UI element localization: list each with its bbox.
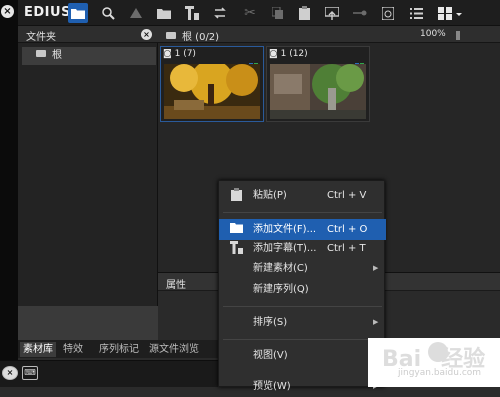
folder-icon[interactable] <box>68 3 88 23</box>
clip-title: ◙ 1 (12) <box>269 49 308 59</box>
toolbar: EDIUS ✂ <box>18 0 500 26</box>
menu-item-shortcut: Ctrl + O <box>327 224 368 235</box>
menu-item-paste[interactable]: 粘贴(P) Ctrl + V <box>219 185 386 206</box>
tab-effects[interactable]: 特效 <box>60 342 86 357</box>
bin-header: 根 (0/2) 100% <box>158 26 500 43</box>
left-strip <box>0 0 18 387</box>
clip-label: 1 (7) <box>174 49 196 59</box>
attributes-title: 属性 <box>166 280 186 291</box>
folder-panel-header: 文件夹 × <box>18 26 158 43</box>
up-icon[interactable] <box>126 3 146 23</box>
clip-image <box>270 64 366 119</box>
tab-sequence-markers[interactable]: 序列标记 <box>96 342 142 357</box>
open-folder-icon[interactable] <box>154 3 174 23</box>
zoom-level: 100% <box>420 29 446 39</box>
menu-item-label: 排序(S) <box>253 317 288 328</box>
baidu-watermark: Bai 经验 jingyan.baidu.com <box>368 338 500 387</box>
tab-source-browser[interactable]: 源文件浏览 <box>146 342 202 357</box>
menu-item-shortcut: Ctrl + V <box>327 190 367 201</box>
folder-icon <box>166 32 176 39</box>
menu-item-new-clip[interactable]: 新建素材(C) ▶ <box>219 258 386 279</box>
menu-item-sort[interactable]: 排序(S) ▶ <box>219 312 386 333</box>
clip-thumbnail[interactable]: ◙ 1 (7) <box>160 46 264 122</box>
folder-panel: 文件夹 × 根 <box>18 26 158 344</box>
menu-item-label: 新建素材(C) <box>253 263 308 274</box>
close-icon[interactable]: × <box>141 29 152 40</box>
menu-item-label: 添加文件(F)... <box>253 224 317 235</box>
clip-label: 1 (12) <box>280 49 308 59</box>
folder-tree-root[interactable]: 根 <box>22 47 156 65</box>
menu-item-shortcut: Ctrl + T <box>327 243 366 254</box>
title-icon <box>229 241 243 255</box>
menu-item-view[interactable]: 视图(V) ▶ <box>219 345 386 366</box>
settings-icon[interactable] <box>350 3 370 23</box>
submenu-arrow-icon: ▶ <box>373 264 379 272</box>
menu-separator <box>223 339 382 340</box>
menu-separator <box>223 306 382 307</box>
export-icon[interactable] <box>322 3 342 23</box>
list-icon[interactable] <box>406 3 426 23</box>
clip-status-dots <box>248 52 260 67</box>
menu-item-new-sequence[interactable]: 新建序列(Q) <box>219 279 386 300</box>
grid-view-icon[interactable] <box>434 3 468 23</box>
menu-item-label: 视图(V) <box>253 350 288 361</box>
bin-path: 根 (0/2) <box>166 28 219 43</box>
watermark-subtext: jingyan.baidu.com <box>398 368 482 378</box>
folder-icon <box>36 50 46 57</box>
menu-item-label: 添加字幕(T)... <box>253 243 317 254</box>
clip-image <box>164 64 260 119</box>
menu-item-add-title[interactable]: 添加字幕(T)... Ctrl + T <box>219 238 386 259</box>
copy-icon[interactable] <box>268 3 288 23</box>
clip-thumbnail[interactable]: ◙ 1 (12) <box>266 46 370 122</box>
swap-icon[interactable] <box>210 3 230 23</box>
close-icon[interactable]: × <box>1 5 14 18</box>
menu-separator <box>223 212 382 213</box>
folder-tree-root-label: 根 <box>52 50 62 61</box>
bin-path-label: 根 (0/2) <box>182 32 220 43</box>
camera-icon: ◙ <box>269 49 278 59</box>
menu-item-add-file[interactable]: 添加文件(F)... Ctrl + O <box>219 219 386 240</box>
paste-icon[interactable] <box>294 3 314 23</box>
keyboard-icon[interactable]: ⌨ <box>22 366 38 380</box>
app-logo: EDIUS <box>24 5 71 20</box>
folder-panel-title: 文件夹 <box>26 32 56 43</box>
clip-title: ◙ 1 (7) <box>163 49 196 59</box>
clipboard-icon <box>229 188 243 202</box>
cut-icon[interactable]: ✂ <box>240 3 260 23</box>
camera-icon: ◙ <box>163 49 172 59</box>
delete-icon[interactable] <box>378 3 398 23</box>
menu-item-label: 粘贴(P) <box>253 190 287 201</box>
folder-panel-lower <box>18 306 158 344</box>
submenu-arrow-icon: ▶ <box>373 318 379 326</box>
tab-asset-bin[interactable]: 素材库 <box>20 342 56 357</box>
clip-status-dots <box>354 52 366 67</box>
menu-item-label: 新建序列(Q) <box>253 284 309 295</box>
folder-icon <box>229 222 243 236</box>
title-icon[interactable] <box>182 3 202 23</box>
paw-icon <box>428 342 448 362</box>
context-menu: 粘贴(P) Ctrl + V 添加文件(F)... Ctrl + O 添加字幕(… <box>218 180 386 392</box>
bottom-tabs: 素材库 特效 序列标记 源文件浏览 <box>18 340 218 358</box>
search-icon[interactable] <box>98 3 118 23</box>
zoom-slider[interactable] <box>456 31 460 40</box>
close-icon[interactable]: × <box>2 366 18 380</box>
